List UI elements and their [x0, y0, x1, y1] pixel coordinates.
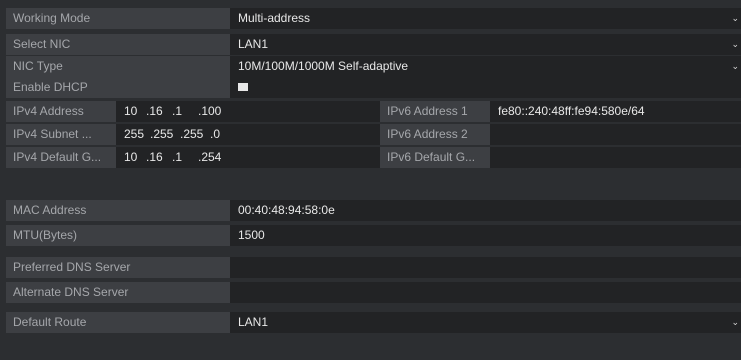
enable-dhcp-checkbox[interactable]: [238, 82, 248, 91]
alternate-dns-input[interactable]: [230, 282, 741, 303]
ipv4-address-input[interactable]: 10 .16 .1 .100: [116, 101, 380, 122]
nic-type-label: NIC Type: [6, 56, 230, 77]
default-route-row: Default Route LAN1 ⌄: [6, 312, 741, 333]
ipv4-octet: .100: [198, 104, 222, 118]
nic-type-select[interactable]: 10M/100M/1000M Self-adaptive ⌄: [230, 56, 741, 77]
ipv4-octet: .255: [180, 127, 204, 141]
ipv6-gateway-input[interactable]: [490, 147, 741, 168]
default-route-value: LAN1: [238, 315, 269, 329]
mac-address-value: 00:40:48:94:58:0e: [230, 200, 741, 221]
preferred-dns-input[interactable]: [230, 257, 741, 278]
mtu-row: MTU(Bytes) 1500: [6, 225, 741, 246]
mac-address-row: MAC Address 00:40:48:94:58:0e: [6, 200, 741, 221]
default-route-select[interactable]: LAN1 ⌄: [230, 312, 741, 333]
ipv4-octet: 10: [124, 150, 138, 164]
nic-type-row: NIC Type 10M/100M/1000M Self-adaptive ⌄: [6, 56, 741, 77]
ipv4-octet: .0: [210, 127, 221, 141]
mac-address-label: MAC Address: [6, 200, 230, 221]
ipv4-gateway-label: IPv4 Default G...: [6, 147, 116, 168]
ipv6-address-2-input[interactable]: [490, 124, 741, 145]
enable-dhcp-row: Enable DHCP: [6, 77, 741, 98]
working-mode-select[interactable]: Multi-address ⌄: [230, 8, 741, 29]
ipv4-gateway-input[interactable]: 10 .16 .1 .254: [116, 147, 380, 168]
preferred-dns-row: Preferred DNS Server: [6, 257, 741, 278]
network-settings-panel: Working Mode Multi-address ⌄ Select NIC …: [6, 8, 741, 336]
working-mode-value: Multi-address: [238, 11, 311, 25]
ipv4-address-row: IPv4 Address 10.16.1.100 IPv6 Address 1 …: [6, 101, 741, 122]
ipv6-gateway-label: IPv6 Default G...: [380, 147, 490, 168]
mtu-label: MTU(Bytes): [6, 225, 230, 246]
ipv6-address-1-input[interactable]: fe80::240:48ff:fe94:580e/64: [490, 101, 741, 122]
enable-dhcp-cell: [230, 77, 741, 98]
ipv4-octet: .254: [198, 150, 222, 164]
ipv6-address-1-label: IPv6 Address 1: [380, 101, 490, 122]
ipv4-octet: .16: [146, 150, 163, 164]
ipv4-subnet-label: IPv4 Subnet ...: [6, 124, 116, 145]
alternate-dns-label: Alternate DNS Server: [6, 282, 230, 303]
working-mode-row: Working Mode Multi-address ⌄: [6, 8, 741, 29]
working-mode-label: Working Mode: [6, 8, 230, 29]
ipv4-subnet-input[interactable]: 255 .255 .255 .0: [116, 124, 380, 145]
ipv6-address-2-label: IPv6 Address 2: [380, 124, 490, 145]
nic-type-value: 10M/100M/1000M Self-adaptive: [238, 59, 409, 73]
chevron-down-icon: ⌄: [731, 39, 739, 49]
ipv4-octet: .255: [150, 127, 174, 141]
ipv4-subnet-row: IPv4 Subnet ... 255 .255 .255 .0 IPv6 Addre…: [6, 124, 741, 145]
select-nic-row: Select NIC LAN1 ⌄: [6, 34, 741, 55]
ipv4-octet: .1: [172, 104, 183, 118]
ipv4-gateway-row: IPv4 Default G... 10 .16 .1 .254 IPv6 Defau…: [6, 147, 741, 168]
default-route-label: Default Route: [6, 312, 230, 333]
chevron-down-icon: ⌄: [731, 61, 739, 71]
ipv4-octet: 255: [124, 127, 145, 141]
ipv4-address-label: IPv4 Address: [6, 101, 116, 122]
select-nic-value: LAN1: [238, 37, 269, 51]
enable-dhcp-label: Enable DHCP: [6, 77, 230, 98]
ipv4-octet: .16: [146, 104, 163, 118]
ipv4-octet: .1: [172, 150, 183, 164]
chevron-down-icon: ⌄: [731, 13, 739, 23]
select-nic-label: Select NIC: [6, 34, 230, 55]
chevron-down-icon: ⌄: [731, 317, 739, 327]
mtu-input[interactable]: 1500: [230, 225, 741, 246]
select-nic-select[interactable]: LAN1 ⌄: [230, 34, 741, 55]
preferred-dns-label: Preferred DNS Server: [6, 257, 230, 278]
alternate-dns-row: Alternate DNS Server: [6, 282, 741, 303]
ipv4-octet: 10: [124, 104, 138, 118]
